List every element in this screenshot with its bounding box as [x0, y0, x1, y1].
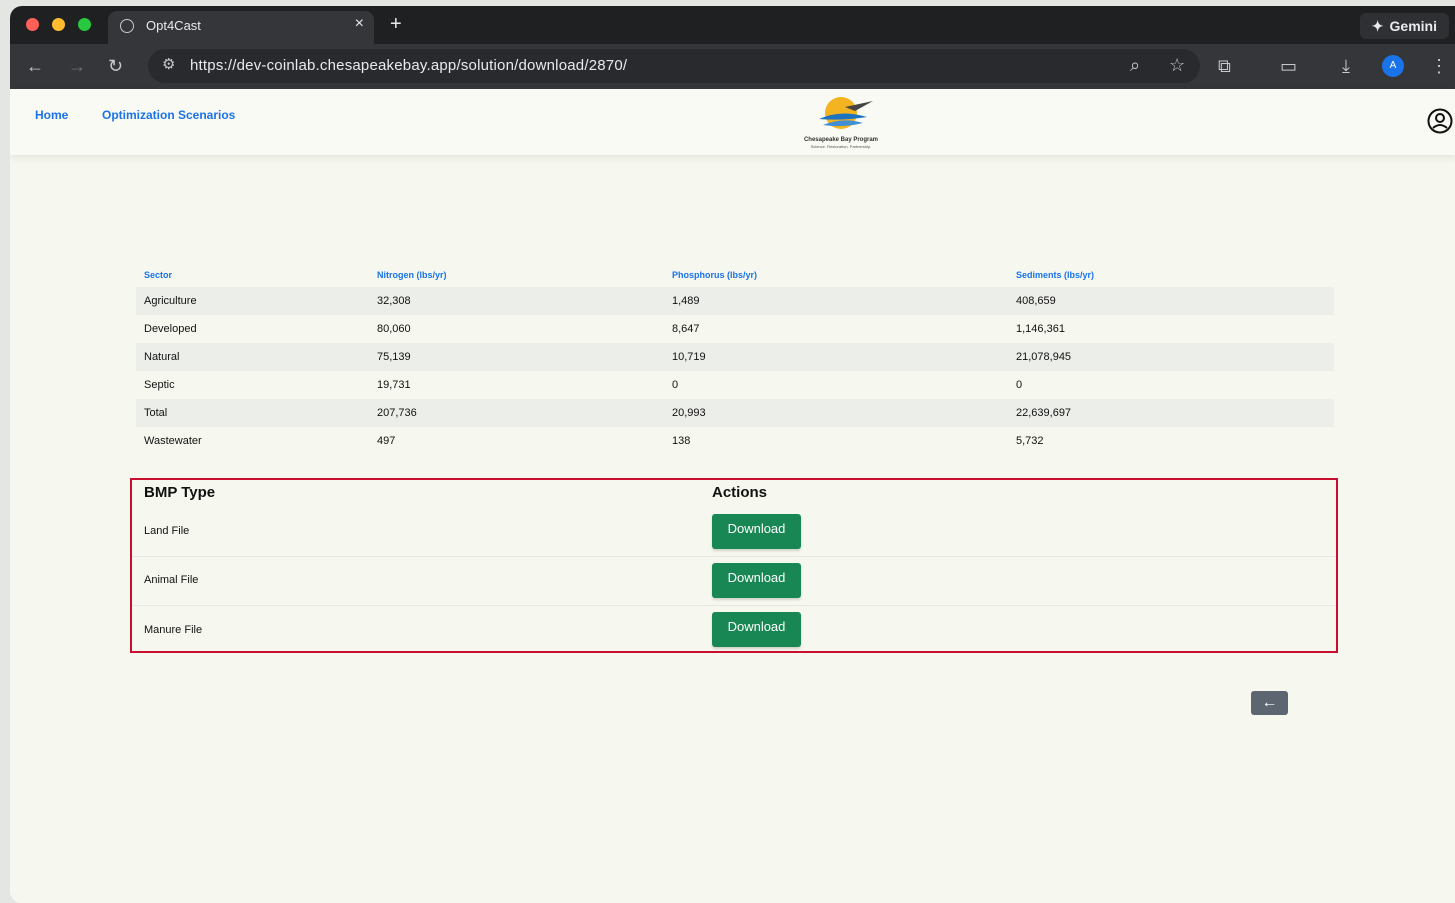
bmp-type-header: BMP Type [144, 484, 216, 501]
cell-nitrogen: 80,060 [377, 323, 411, 335]
cell-sector: Natural [136, 343, 369, 371]
row-divider [132, 605, 1336, 606]
cell-nitrogen: 19,731 [377, 379, 411, 391]
table-row: Wastewater 497 138 5,732 [136, 427, 1334, 455]
site-settings-icon[interactable]: ⚙ [162, 55, 175, 73]
nav-scenarios-link[interactable]: Optimization Scenarios [102, 108, 235, 122]
browser-toolbar: ← → ↻ ⚙ https://dev-coinlab.chesapeakeba… [10, 44, 1455, 89]
chesapeake-logo[interactable]: Chesapeake Bay Program Science. Restorat… [783, 95, 899, 151]
user-account-icon[interactable] [1427, 108, 1453, 134]
cell-phosphorus: 138 [672, 435, 691, 447]
bookmark-star-icon[interactable]: ☆ [1169, 53, 1185, 77]
address-bar[interactable]: ⚙ https://dev-coinlab.chesapeakebay.app/… [148, 49, 1200, 83]
table-row: Total 207,736 20,993 22,639,697 [136, 399, 1334, 427]
cell-nitrogen: 497 [377, 435, 396, 447]
bmp-row-label: Land File [144, 525, 190, 537]
header-phosphorus: Phosphorus (lbs/yr) [672, 270, 758, 280]
cell-sediments: 5,732 [1016, 435, 1044, 447]
row-divider [132, 556, 1336, 557]
gemini-label: Gemini [1389, 18, 1437, 34]
page-content: Home Optimization Scenarios Chesapeake B… [10, 89, 1455, 903]
cell-sector: Developed [144, 323, 197, 335]
cell-nitrogen: 75,139 [369, 343, 664, 371]
cell-sediments: 0 [1016, 379, 1023, 391]
forward-icon[interactable]: → [68, 54, 86, 78]
tab-close-icon[interactable]: × [355, 15, 364, 33]
cell-sector: Agriculture [136, 287, 369, 315]
url-text: https://dev-coinlab.chesapeakebay.app/so… [190, 57, 628, 74]
actions-header: Actions [712, 484, 768, 501]
header-sediments: Sediments (lbs/yr) [1016, 270, 1095, 280]
cell-sediments: 22,639,697 [1008, 399, 1334, 427]
tab-bar: Opt4Cast × + ✦ Gemini [10, 6, 1455, 44]
browser-window: Opt4Cast × + ✦ Gemini ← → ↻ ⚙ https://de… [10, 6, 1455, 903]
cell-phosphorus: 20,993 [664, 399, 1008, 427]
download-land-file-button[interactable]: Download [712, 514, 801, 549]
logo-graphic [819, 97, 873, 129]
summary-table: Sector Nitrogen (lbs/yr) Phosphorus (lbs… [136, 263, 1334, 455]
globe-icon [120, 19, 134, 33]
bmp-row-label: Animal File [144, 574, 199, 586]
table-row: Septic 19,731 0 0 [136, 371, 1334, 399]
table-header-row: Sector Nitrogen (lbs/yr) Phosphorus (lbs… [136, 263, 1334, 287]
sparkle-icon: ✦ [1371, 17, 1384, 34]
menu-kebab-icon[interactable]: ⋮ [1430, 54, 1448, 78]
download-icon[interactable]: ⤓ [1342, 54, 1350, 78]
cell-phosphorus: 0 [672, 379, 679, 391]
maximize-window-button[interactable] [78, 18, 91, 31]
cell-sediments: 21,078,945 [1008, 343, 1334, 371]
site-navbar: Home Optimization Scenarios Chesapeake B… [10, 89, 1455, 155]
back-arrow-button[interactable]: ← [1251, 691, 1288, 715]
zoom-icon[interactable]: ⌕ [1130, 53, 1140, 77]
cell-sector: Total [136, 399, 369, 427]
cell-phosphorus: 10,719 [664, 343, 1008, 371]
cell-sediments: 408,659 [1008, 287, 1334, 315]
table-row: Developed 80,060 8,647 1,146,361 [136, 315, 1334, 343]
tab-active[interactable]: Opt4Cast × [108, 11, 374, 44]
table-row: Agriculture 32,308 1,489 408,659 [136, 287, 1334, 315]
profile-avatar[interactable]: A [1382, 55, 1404, 77]
back-icon[interactable]: ← [26, 54, 44, 78]
close-window-button[interactable] [26, 18, 39, 31]
download-animal-file-button[interactable]: Download [712, 563, 801, 598]
minimize-window-button[interactable] [52, 18, 65, 31]
tab-title: Opt4Cast [146, 18, 201, 33]
bmp-row-label: Manure File [144, 624, 203, 636]
cell-phosphorus: 8,647 [672, 323, 700, 335]
new-tab-button[interactable]: + [390, 13, 402, 36]
cell-sediments: 1,146,361 [1016, 323, 1065, 335]
cell-sector: Septic [144, 379, 175, 391]
cell-sector: Wastewater [144, 435, 202, 447]
reload-icon[interactable]: ↻ [108, 54, 123, 78]
cell-phosphorus: 1,489 [664, 287, 1008, 315]
download-manure-file-button[interactable]: Download [712, 612, 801, 647]
header-sector: Sector [144, 270, 173, 280]
bmp-files-section: BMP Type Actions Land File Download Anim… [130, 478, 1338, 653]
tab-search-icon[interactable]: ▭ [1280, 54, 1297, 78]
logo-name: Chesapeake Bay Program [803, 137, 879, 143]
cell-nitrogen: 32,308 [369, 287, 664, 315]
cell-nitrogen: 207,736 [369, 399, 664, 427]
nav-home-link[interactable]: Home [35, 108, 68, 122]
logo-tagline: Science. Restoration. Partnership. [810, 144, 872, 149]
arrow-left-icon: ← [1261, 694, 1278, 711]
extensions-icon[interactable]: ⧉ [1218, 54, 1231, 78]
gemini-button[interactable]: ✦ Gemini [1359, 13, 1449, 39]
header-nitrogen: Nitrogen (lbs/yr) [377, 270, 447, 280]
table-row: Natural 75,139 10,719 21,078,945 [136, 343, 1334, 371]
